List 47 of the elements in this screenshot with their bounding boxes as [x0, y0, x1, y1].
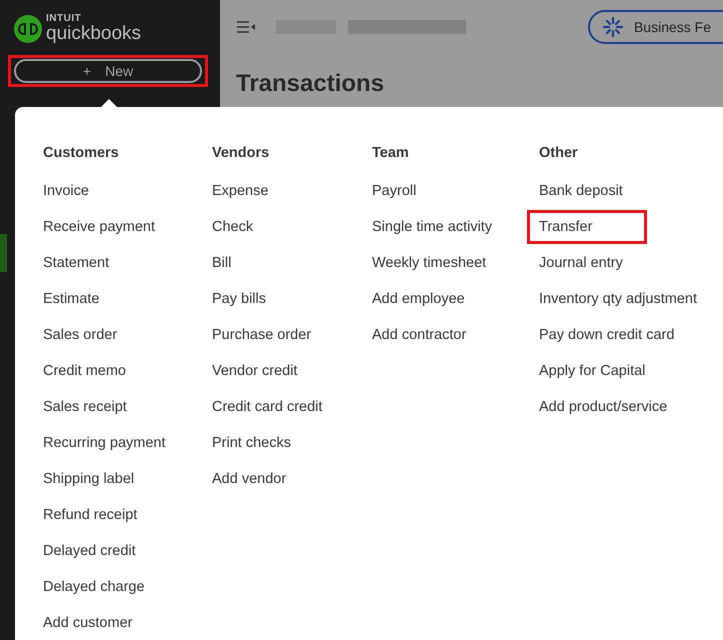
menu-item[interactable]: Inventory qty adjustment — [533, 290, 703, 308]
menu-item[interactable]: Recurring payment — [37, 434, 172, 452]
menu-item[interactable]: Shipping label — [37, 470, 140, 488]
menu-item[interactable]: Purchase order — [206, 326, 318, 344]
product-name: quickbooks — [46, 24, 142, 43]
menu-item[interactable]: Add contractor — [366, 326, 472, 344]
menu-icon[interactable] — [236, 19, 256, 35]
menu-item[interactable]: Print checks — [206, 434, 297, 452]
new-button[interactable]: + New — [14, 59, 202, 83]
business-feed-button[interactable]: Business Fe — [588, 10, 723, 44]
menu-heading: Team — [372, 145, 409, 163]
menu-item[interactable]: Expense — [206, 182, 274, 200]
logo-icon — [14, 14, 42, 42]
menu-item[interactable]: Payroll — [366, 182, 422, 200]
menu-item[interactable]: Sales receipt — [37, 398, 133, 416]
menu-item[interactable]: Delayed credit — [37, 542, 142, 560]
menu-item[interactable]: Add product/service — [533, 398, 674, 416]
menu-item[interactable]: Journal entry — [533, 254, 629, 272]
menu-item[interactable]: Transfer — [527, 210, 648, 244]
menu-item[interactable]: Sales order — [37, 326, 124, 344]
menu-item[interactable]: Receive payment — [37, 218, 162, 236]
menu-item[interactable]: Estimate — [37, 290, 106, 308]
menu-heading: Customers — [43, 145, 119, 163]
menu-item[interactable]: Bank deposit — [533, 182, 629, 200]
sparkle-icon — [602, 16, 624, 38]
menu-item[interactable]: Vendor credit — [206, 362, 304, 380]
menu-heading: Vendors — [212, 145, 270, 163]
menu-heading: Other — [539, 145, 578, 163]
menu-item[interactable]: Single time activity — [366, 218, 498, 236]
menu-item[interactable]: Delayed charge — [37, 578, 151, 596]
active-indicator — [0, 234, 7, 272]
menu-item[interactable]: Pay down credit card — [533, 326, 680, 344]
menu-item[interactable]: Add vendor — [206, 470, 292, 488]
menu-item[interactable]: Add employee — [366, 290, 471, 308]
brand-name: INTUIT — [46, 14, 82, 24]
menu-item[interactable]: Apply for Capital — [533, 362, 652, 380]
menu-item[interactable]: Pay bills — [206, 290, 272, 308]
menu-item[interactable]: Credit memo — [37, 362, 132, 380]
menu-item[interactable]: Weekly timesheet — [366, 254, 492, 272]
menu-item[interactable]: Statement — [37, 254, 116, 272]
menu-item[interactable]: Bill — [206, 254, 238, 272]
page-title: Transactions — [236, 70, 386, 98]
menu-item[interactable]: Credit card credit — [206, 398, 328, 416]
menu-item[interactable]: Check — [206, 218, 260, 236]
menu-item[interactable]: Add customer — [37, 614, 138, 632]
menu-item[interactable]: Invoice — [37, 182, 95, 200]
menu-item[interactable]: Refund receipt — [37, 506, 144, 524]
